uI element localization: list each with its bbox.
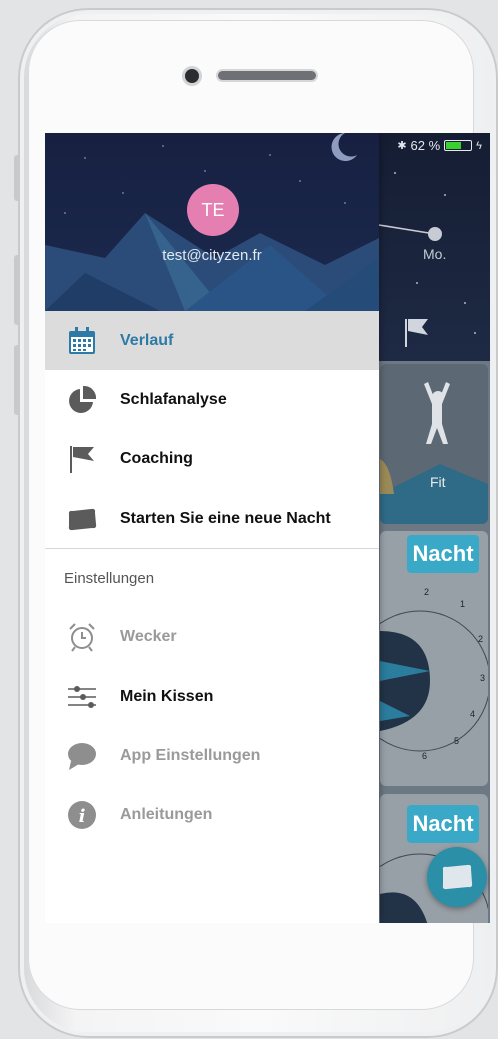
pillow-icon	[442, 864, 473, 890]
fit-card[interactable]: Fit	[380, 364, 488, 524]
pillow-icon	[66, 503, 98, 535]
battery-icon	[444, 140, 473, 151]
status-bar: ✱ 62 % ϟ	[397, 138, 482, 153]
menu-item-wecker[interactable]: Wecker	[45, 607, 379, 666]
screen: Mo. Fit 2 1 2 3 4 5 6 Nacht Nacht ✱ 62 %…	[45, 133, 490, 923]
front-camera	[185, 69, 199, 83]
menu-divider	[45, 548, 379, 549]
alarm-clock-icon	[66, 621, 98, 653]
person-cheering-icon	[424, 382, 450, 444]
menu-item-label: Schlafanalyse	[120, 390, 227, 408]
menu-item-label: Mein Kissen	[120, 687, 214, 705]
flag-icon	[66, 443, 98, 475]
clock-number: 2	[478, 634, 484, 644]
clock-number: 1	[460, 599, 466, 609]
menu-item-label: App Einstellungen	[120, 746, 261, 764]
sliders-icon	[66, 681, 98, 713]
battery-percentage: 62 %	[410, 138, 441, 153]
earpiece-speaker	[218, 71, 316, 80]
drawer-header: TE test@cityzen.fr	[45, 133, 379, 311]
svg-text:i: i	[79, 806, 86, 827]
settings-section-title: Einstellungen	[64, 570, 155, 587]
chat-bubble-icon	[66, 740, 98, 772]
pie-chart-icon	[66, 384, 98, 416]
day-label: Mo.	[423, 246, 447, 262]
night-badge-2: Nacht	[407, 805, 479, 843]
menu-item-new-night[interactable]: Starten Sie eine neue Nacht	[45, 489, 379, 548]
fit-card-graphic	[380, 382, 488, 524]
clock-number: 2	[424, 587, 430, 597]
flag-tab-icon	[405, 319, 428, 347]
mute-switch	[14, 155, 20, 201]
menu-item-verlauf[interactable]: Verlauf	[45, 311, 379, 370]
menu-item-mein-kissen[interactable]: Mein Kissen	[45, 667, 379, 726]
menu-item-anleitungen[interactable]: i Anleitungen	[45, 785, 379, 844]
menu-item-schlafanalyse[interactable]: Schlafanalyse	[45, 370, 379, 429]
clock-number: 6	[422, 751, 428, 761]
user-email: test@cityzen.fr	[162, 247, 262, 264]
menu-item-coaching[interactable]: Coaching	[45, 429, 379, 488]
moon-icon	[331, 133, 357, 161]
menu-item-label: Coaching	[120, 449, 193, 467]
charging-icon: ϟ	[476, 139, 482, 152]
night-badge-1: Nacht	[407, 535, 479, 573]
info-icon: i	[66, 799, 98, 831]
menu-item-label: Verlauf	[120, 331, 174, 349]
calendar-icon	[66, 325, 98, 357]
avatar[interactable]: TE	[187, 184, 239, 236]
clock-number: 3	[480, 673, 486, 683]
menu-item-app-einstellungen[interactable]: App Einstellungen	[45, 726, 379, 785]
clock-number: 4	[470, 709, 476, 719]
bluetooth-icon: ✱	[397, 140, 407, 152]
clock-number: 5	[454, 736, 460, 746]
menu-item-label: Wecker	[120, 627, 177, 645]
fit-label: Fit	[430, 474, 446, 490]
volume-up-button	[14, 255, 20, 325]
volume-down-button	[14, 345, 20, 415]
new-night-fab[interactable]	[427, 847, 487, 907]
menu-item-label: Anleitungen	[120, 805, 213, 823]
navigation-drawer: TE test@cityzen.fr Verlauf Schlafanalyse…	[45, 133, 379, 923]
menu-item-label: Starten Sie eine neue Nacht	[120, 509, 331, 527]
